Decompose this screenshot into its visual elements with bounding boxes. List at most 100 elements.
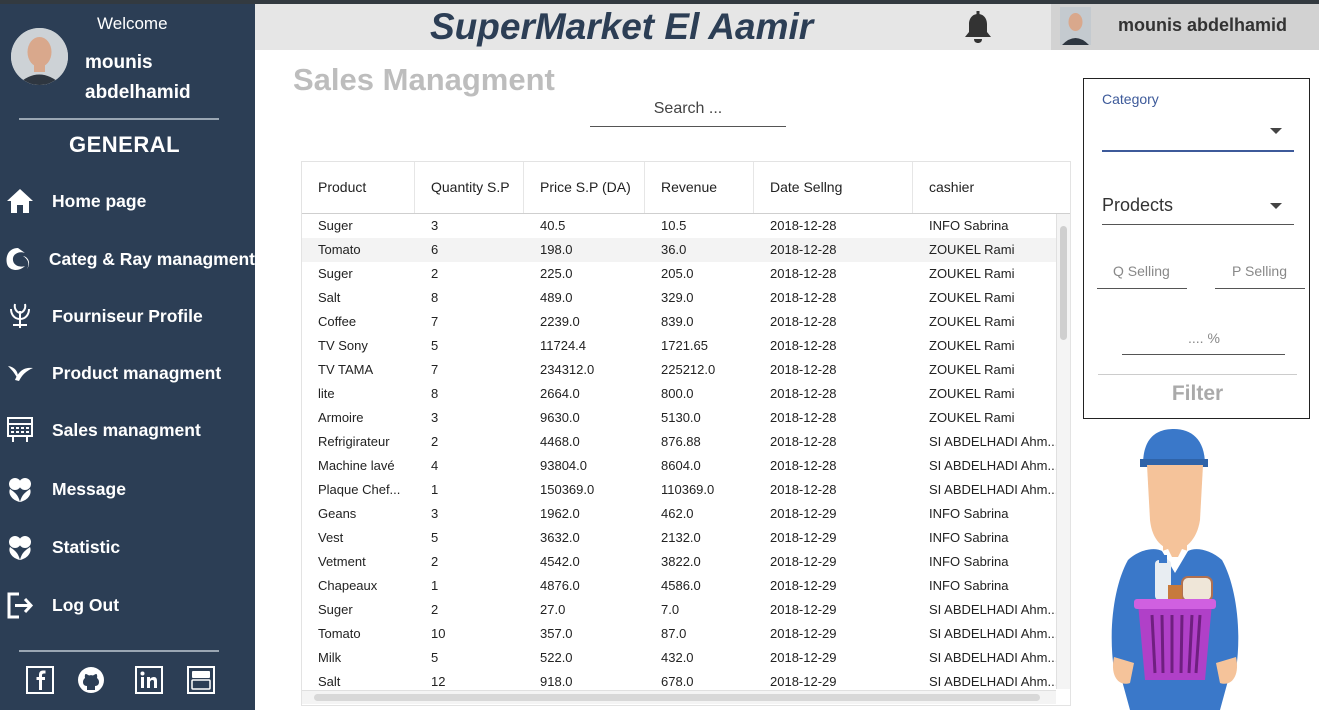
horizontal-scrollbar[interactable] <box>302 690 1056 704</box>
table-row[interactable]: Suger 3 40.5 10.5 2018-12-28 INFO Sabrina <box>302 214 1056 238</box>
vertical-scrollbar[interactable] <box>1056 214 1070 689</box>
cell-cashier: ZOUKEL Rami <box>929 362 1015 377</box>
column-header-date[interactable]: Date Sellng <box>754 162 913 213</box>
cell-cashier: ZOUKEL Rami <box>929 410 1015 425</box>
column-header-revenue[interactable]: Revenue <box>645 162 754 213</box>
cell-price: 11724.4 <box>540 338 587 353</box>
table-row[interactable]: TV TAMA 7 234312.0 225212.0 2018-12-28 ZOUKEL… <box>302 358 1056 382</box>
scrollbar-thumb[interactable] <box>1060 226 1067 340</box>
table-row[interactable]: Vest 5 3632.0 2132.0 2018-12-29 INFO Sabrina <box>302 526 1056 550</box>
facebook-icon[interactable] <box>26 666 54 694</box>
table-row[interactable]: Tomato 10 357.0 87.0 2018-12-29 SI ABDELHADI … <box>302 622 1056 646</box>
column-header-quantity[interactable]: Quantity S.P <box>415 162 524 213</box>
sales-table: Product Quantity S.P Price S.P (DA) Reve… <box>301 161 1071 706</box>
table-row[interactable]: Vetment 2 4542.0 3822.0 2018-12-29 INFO Sabri… <box>302 550 1056 574</box>
cell-cashier: ZOUKEL Rami <box>929 266 1015 281</box>
cell-date: 2018-12-28 <box>770 242 837 257</box>
cell-price: 9630.0 <box>540 410 580 425</box>
cell-product: Refrigirateur <box>318 434 390 449</box>
cell-product: Suger <box>318 602 353 617</box>
app-title: SuperMarket El Aamir <box>430 6 814 47</box>
linkedin-icon[interactable] <box>135 666 163 694</box>
avatar <box>11 28 68 85</box>
table-row[interactable]: Geans 3 1962.0 462.0 2018-12-29 INFO Sabrina <box>302 502 1056 526</box>
github-icon[interactable] <box>77 666 105 694</box>
cell-price: 2664.0 <box>540 386 580 401</box>
nav-label: Message <box>52 478 126 499</box>
cell-revenue: 87.0 <box>661 626 687 641</box>
cell-price: 198.0 <box>540 242 573 257</box>
sidebar-user-name: mounis abdelhamid <box>85 52 191 103</box>
cell-cashier: ZOUKEL Rami <box>929 386 1015 401</box>
q-selling-input[interactable]: Q Selling <box>1113 263 1170 279</box>
nav-message[interactable]: Message <box>0 469 255 509</box>
cell-cashier: SI ABDELHADI Ahm... <box>929 434 1056 449</box>
nav-sales-managment[interactable]: Sales managment <box>0 410 255 450</box>
column-header-price[interactable]: Price S.P (DA) <box>524 162 645 213</box>
cell-date: 2018-12-28 <box>770 314 837 329</box>
category-label: Category <box>1102 91 1159 107</box>
cell-price: 4468.0 <box>540 434 580 449</box>
table-row[interactable]: Machine lavé 4 93804.0 8604.0 2018-12-28 SI A… <box>302 454 1056 478</box>
cell-quantity: 2 <box>431 434 439 449</box>
cell-product: Geans <box>318 506 357 521</box>
cell-product: Suger <box>318 218 353 233</box>
cell-product: Chapeaux <box>318 578 378 593</box>
table-row[interactable]: Salt 8 489.0 329.0 2018-12-28 ZOUKEL Rami <box>302 286 1056 310</box>
search-input[interactable] <box>590 92 786 127</box>
scrollbar-thumb[interactable] <box>314 694 1040 701</box>
cell-cashier: ZOUKEL Rami <box>929 290 1015 305</box>
cell-quantity: 8 <box>431 386 439 401</box>
cell-cashier: ZOUKEL Rami <box>929 338 1015 353</box>
category-select[interactable] <box>1102 113 1294 151</box>
table-header: Product Quantity S.P Price S.P (DA) Reve… <box>302 162 1070 214</box>
chevron-down-icon[interactable] <box>1270 203 1282 209</box>
nav-label: Product managment <box>52 362 222 383</box>
table-row[interactable]: Tomato 6 198.0 36.0 2018-12-28 ZOUKEL Rami <box>302 238 1056 262</box>
nav-label: Statistic <box>52 536 121 557</box>
table-row[interactable]: Suger 2 27.0 7.0 2018-12-29 SI ABDELHADI Ahm.… <box>302 598 1056 622</box>
cell-quantity: 3 <box>431 506 439 521</box>
column-header-cashier[interactable]: cashier <box>913 162 1070 213</box>
categ-icon <box>3 242 34 276</box>
table-row[interactable]: Chapeaux 1 4876.0 4586.0 2018-12-29 INFO Sabr… <box>302 574 1056 598</box>
table-row[interactable]: Milk 5 522.0 432.0 2018-12-29 SI ABDELHADI Ah… <box>302 646 1056 670</box>
page-title: Sales Managment <box>293 62 555 97</box>
cell-product: TV Sony <box>318 338 368 353</box>
nav-categ-ray[interactable]: Categ & Ray managment <box>0 239 255 279</box>
cell-revenue: 1721.65 <box>661 338 708 353</box>
table-row[interactable]: TV Sony 5 11724.4 1721.65 2018-12-28 ZOUKEL R… <box>302 334 1056 358</box>
nav-home-page[interactable]: Home page <box>0 181 255 221</box>
cell-cashier: ZOUKEL Rami <box>929 242 1015 257</box>
table-row[interactable]: Refrigirateur 2 4468.0 876.88 2018-12-28 SI A… <box>302 430 1056 454</box>
cell-revenue: 10.5 <box>661 218 687 233</box>
products-select[interactable]: Prodects <box>1102 195 1173 216</box>
table-row[interactable]: Armoire 3 9630.0 5130.0 2018-12-28 ZOUKEL Ram… <box>302 406 1056 430</box>
nav-statistic[interactable]: Statistic <box>0 527 255 567</box>
column-header-product[interactable]: Product <box>302 162 415 213</box>
filter-button[interactable]: Filter <box>1084 382 1311 406</box>
table-row[interactable]: Suger 2 225.0 205.0 2018-12-28 ZOUKEL Rami <box>302 262 1056 286</box>
cell-quantity: 6 <box>431 242 439 257</box>
p-selling-input[interactable]: P Selling <box>1232 263 1287 279</box>
header-avatar <box>1060 7 1091 45</box>
percent-input[interactable]: .... % <box>1188 330 1220 346</box>
nav-fourniseur-profile[interactable]: Fourniseur Profile <box>0 296 255 336</box>
category-underline <box>1102 150 1294 152</box>
header-user-box[interactable]: mounis abdelhamid <box>1051 4 1319 50</box>
nav-product-managment[interactable]: Product managment <box>0 353 255 393</box>
table-row[interactable]: Coffee 7 2239.0 839.0 2018-12-28 ZOUKEL Rami <box>302 310 1056 334</box>
cell-revenue: 876.88 <box>661 434 701 449</box>
nav-log-out[interactable]: Log Out <box>0 585 255 625</box>
sidebar: Welcome mounis abdelhamid GENERAL Home p… <box>0 4 255 710</box>
youtube-icon[interactable] <box>187 666 215 694</box>
cell-product: Armoire <box>318 410 364 425</box>
cell-cashier: INFO Sabrina <box>929 578 1009 593</box>
cell-date: 2018-12-28 <box>770 386 837 401</box>
table-row[interactable]: lite 8 2664.0 800.0 2018-12-28 ZOUKEL Rami <box>302 382 1056 406</box>
cell-quantity: 7 <box>431 314 439 329</box>
chevron-down-icon[interactable] <box>1270 128 1282 134</box>
table-row[interactable]: Plaque Chef... 1 150369.0 110369.0 2018-12-2… <box>302 478 1056 502</box>
bell-icon[interactable] <box>960 10 996 46</box>
cell-date: 2018-12-28 <box>770 290 837 305</box>
